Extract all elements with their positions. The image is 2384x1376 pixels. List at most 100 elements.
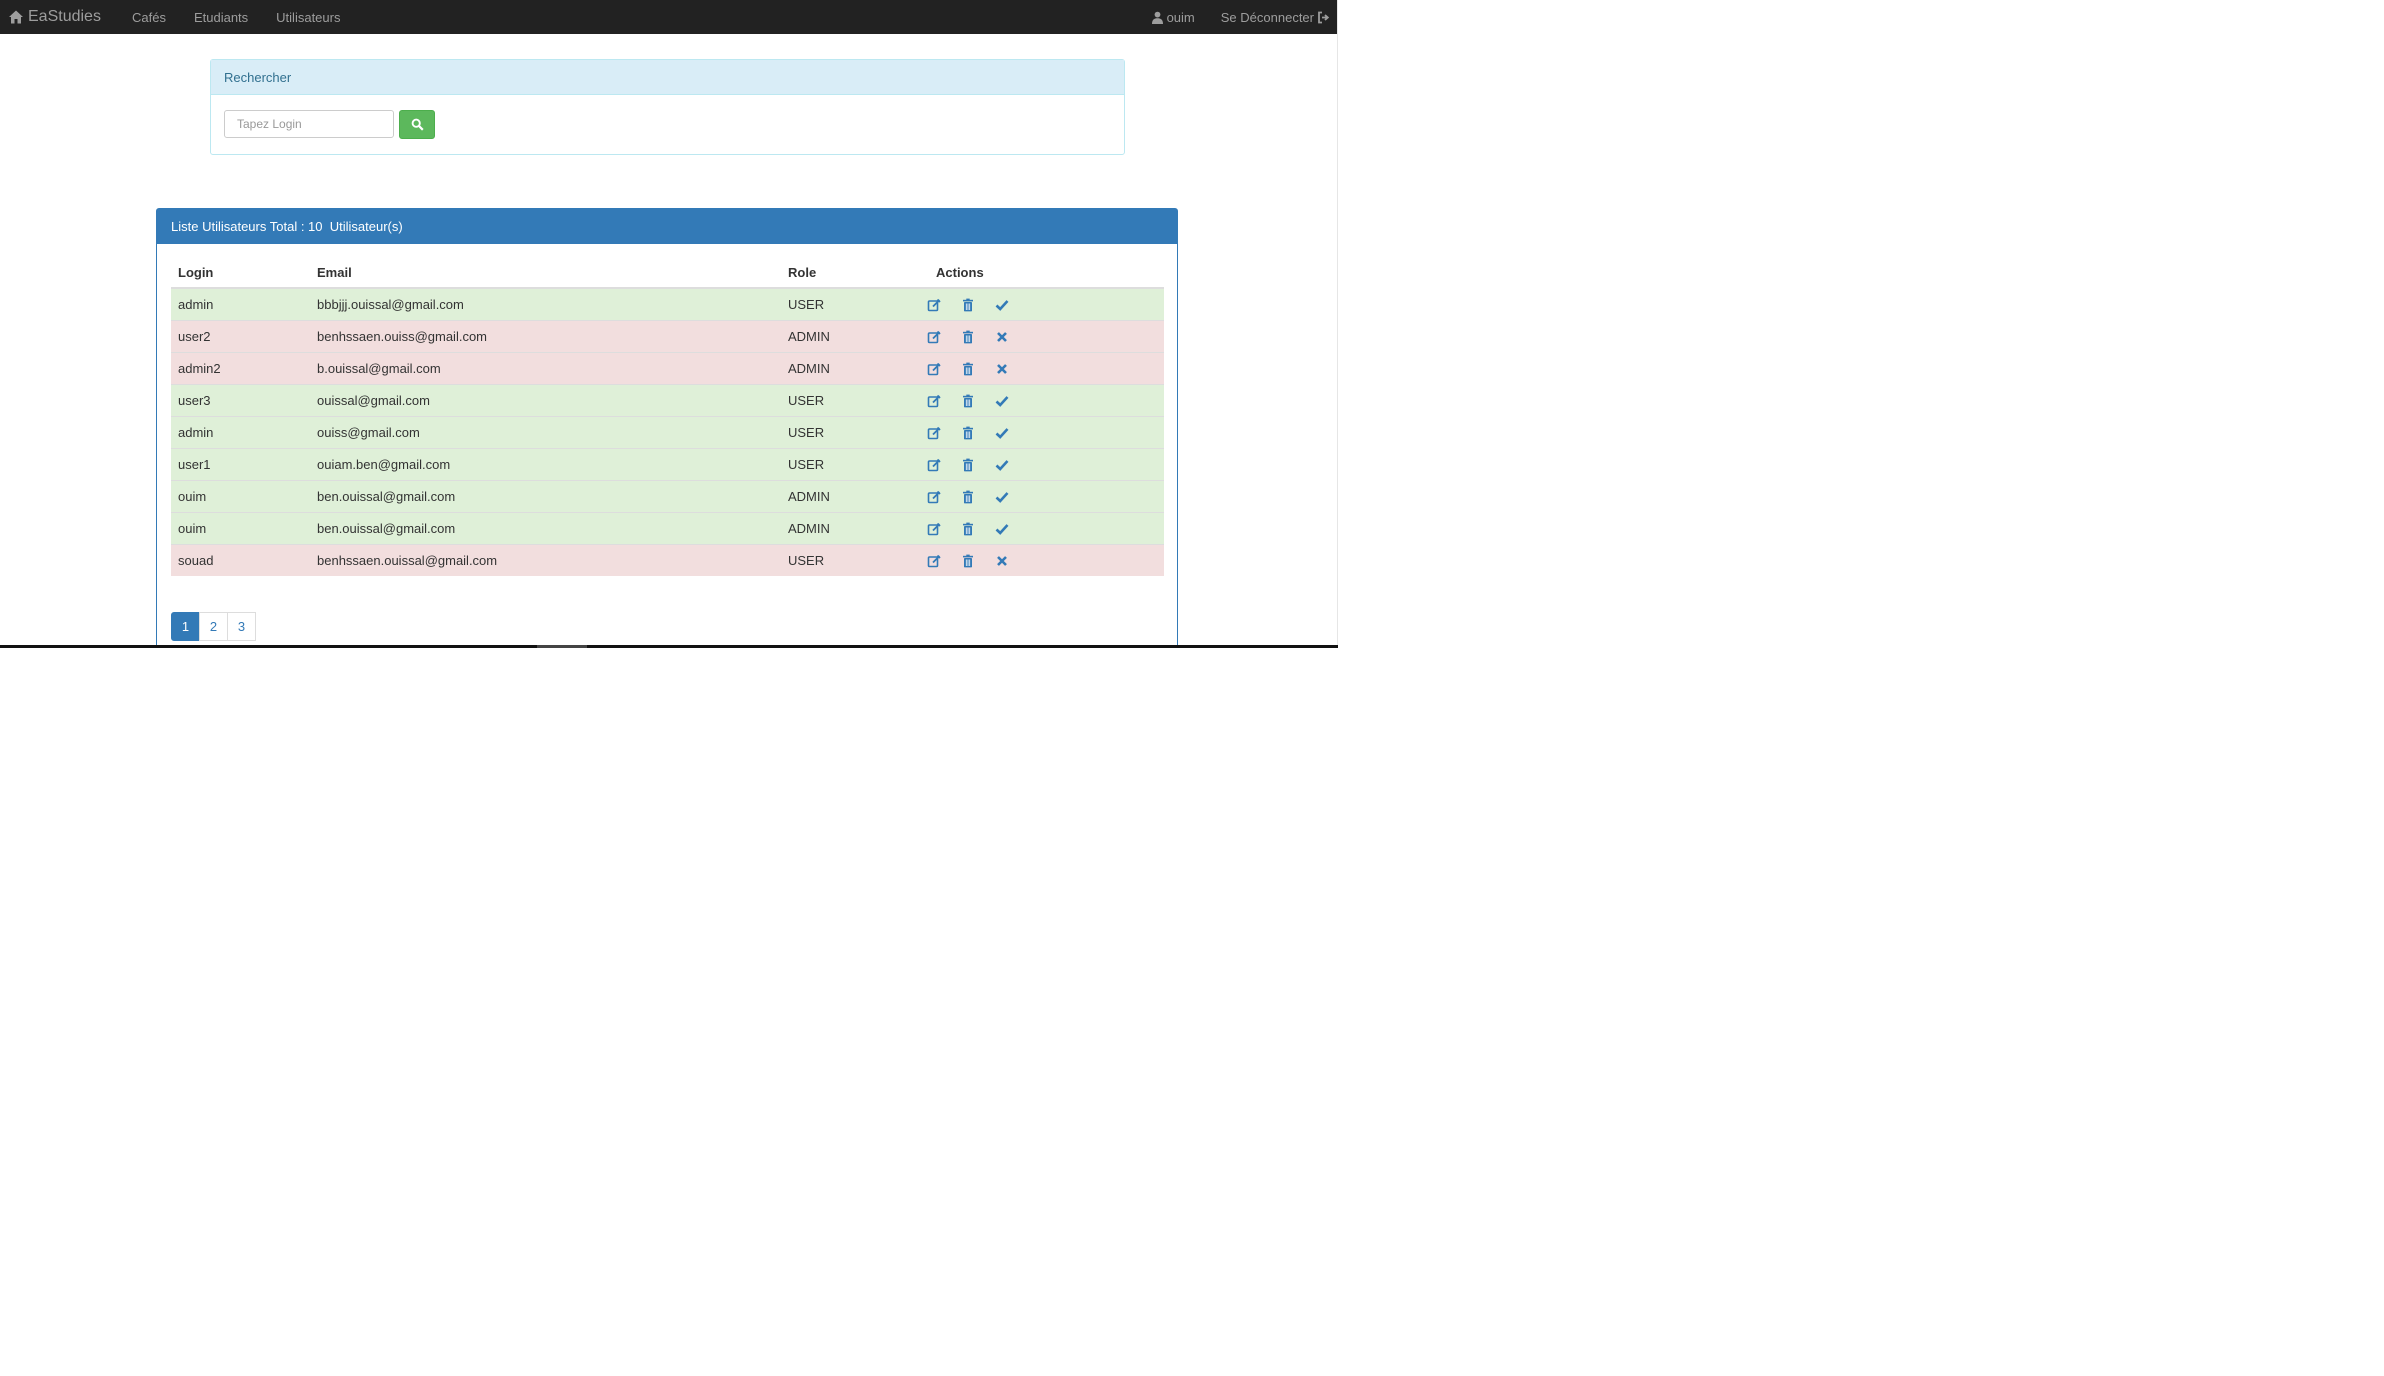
- trash-icon: [963, 554, 973, 567]
- check-icon: [995, 395, 1009, 407]
- row-actions: [923, 522, 1157, 536]
- cell-email: ben.ouissal@gmail.com: [310, 512, 781, 545]
- current-user-name: ouim: [1166, 9, 1195, 25]
- trash-icon: [963, 362, 973, 375]
- search-login-input[interactable]: [224, 110, 394, 138]
- cell-role: USER: [781, 448, 916, 481]
- cell-email: benhssaen.ouissal@gmail.com: [310, 544, 781, 576]
- edit-user-button[interactable]: [927, 554, 941, 568]
- check-icon: [995, 427, 1009, 439]
- trash-icon: [963, 330, 973, 343]
- cell-role: ADMIN: [781, 352, 916, 385]
- disable-user-button[interactable]: [995, 394, 1009, 408]
- column-header-email: Email: [310, 257, 781, 289]
- delete-user-button[interactable]: [961, 330, 975, 344]
- cell-role: USER: [781, 287, 916, 321]
- horizontal-scrollbar-thumb[interactable]: [537, 645, 587, 648]
- delete-user-button[interactable]: [961, 522, 975, 536]
- cell-actions: [916, 544, 1164, 576]
- brand-link[interactable]: EaStudies: [8, 0, 101, 34]
- cell-login: user2: [171, 320, 310, 353]
- logout-label: Se Déconnecter: [1220, 9, 1314, 25]
- nav-link-etudiants[interactable]: Etudiants: [180, 10, 262, 25]
- edit-user-button[interactable]: [927, 426, 941, 440]
- edit-icon: [927, 554, 941, 567]
- disable-user-button[interactable]: [995, 426, 1009, 440]
- delete-user-button[interactable]: [961, 426, 975, 440]
- delete-user-button[interactable]: [961, 490, 975, 504]
- cell-email: ouiam.ben@gmail.com: [310, 448, 781, 481]
- edit-icon: [927, 394, 941, 407]
- cell-email: ouiss@gmail.com: [310, 416, 781, 449]
- row-actions: [923, 490, 1157, 504]
- brand-label: EaStudies: [28, 8, 101, 25]
- table-row: admin bbbjjj.ouissal@gmail.com USER: [171, 287, 1164, 321]
- enable-user-button[interactable]: [995, 330, 1009, 344]
- table-row: user3 ouissal@gmail.com USER: [171, 384, 1164, 417]
- table-row: user2 benhssaen.ouiss@gmail.com ADMIN: [171, 320, 1164, 353]
- table-row: user1 ouiam.ben@gmail.com USER: [171, 448, 1164, 481]
- search-panel: Rechercher: [210, 59, 1125, 155]
- cell-actions: [916, 320, 1164, 353]
- delete-user-button[interactable]: [961, 362, 975, 376]
- home-icon: [9, 10, 23, 24]
- users-panel-heading: Liste Utilisateurs Total : 10 Utilisateu…: [157, 209, 1177, 244]
- disable-user-button[interactable]: [995, 490, 1009, 504]
- cell-role: USER: [781, 384, 916, 417]
- edit-user-button[interactable]: [927, 522, 941, 536]
- table-row: ouim ben.ouissal@gmail.com ADMIN: [171, 512, 1164, 545]
- row-actions: [923, 394, 1157, 408]
- cell-login: souad: [171, 544, 310, 576]
- disable-user-button[interactable]: [995, 522, 1009, 536]
- cell-email: benhssaen.ouiss@gmail.com: [310, 320, 781, 353]
- remove-icon: [997, 363, 1007, 374]
- check-icon: [995, 491, 1009, 503]
- check-icon: [995, 459, 1009, 471]
- user-nav: ouim Se Déconnecter: [1151, 0, 1330, 34]
- edit-user-button[interactable]: [927, 394, 941, 408]
- page-link-3[interactable]: 3: [227, 612, 256, 641]
- user-icon: [1151, 11, 1163, 24]
- trash-icon: [963, 522, 973, 535]
- logout-link[interactable]: Se Déconnecter: [1221, 10, 1330, 25]
- delete-user-button[interactable]: [961, 298, 975, 312]
- delete-user-button[interactable]: [961, 394, 975, 408]
- cell-login: ouim: [171, 480, 310, 513]
- edit-icon: [927, 522, 941, 535]
- edit-user-button[interactable]: [927, 458, 941, 472]
- enable-user-button[interactable]: [995, 362, 1009, 376]
- edit-user-button[interactable]: [927, 298, 941, 312]
- cell-role: USER: [781, 416, 916, 449]
- cell-role: ADMIN: [781, 512, 916, 545]
- cell-login: admin2: [171, 352, 310, 385]
- cell-actions: [916, 416, 1164, 449]
- delete-user-button[interactable]: [961, 554, 975, 568]
- cell-role: ADMIN: [781, 480, 916, 513]
- logout-icon: [1318, 11, 1330, 23]
- nav-link-cafes[interactable]: Cafés: [118, 10, 180, 25]
- browser-viewport: EaStudies Cafés Etudiants Utilisateurs o…: [0, 0, 1338, 648]
- edit-user-button[interactable]: [927, 362, 941, 376]
- edit-user-button[interactable]: [927, 330, 941, 344]
- users-table: Login Email Role Actions admin bbbjjj.oui…: [171, 257, 1164, 576]
- page-link-1[interactable]: 1: [171, 612, 200, 641]
- enable-user-button[interactable]: [995, 554, 1009, 568]
- search-button[interactable]: [399, 110, 435, 139]
- nav-link-utilisateurs[interactable]: Utilisateurs: [262, 10, 354, 25]
- page-link-2[interactable]: 2: [199, 612, 228, 641]
- disable-user-button[interactable]: [995, 298, 1009, 312]
- cell-login: ouim: [171, 512, 310, 545]
- edit-user-button[interactable]: [927, 490, 941, 504]
- viewport-edge: [1337, 0, 1338, 648]
- cell-actions: [916, 448, 1164, 481]
- current-user-link[interactable]: ouim: [1151, 10, 1195, 25]
- cell-role: ADMIN: [781, 320, 916, 353]
- row-actions: [923, 330, 1157, 344]
- disable-user-button[interactable]: [995, 458, 1009, 472]
- horizontal-scrollbar[interactable]: [0, 645, 1338, 648]
- trash-icon: [963, 298, 973, 311]
- table-row: admin2 b.ouissal@gmail.com ADMIN: [171, 352, 1164, 385]
- delete-user-button[interactable]: [961, 458, 975, 472]
- users-panel-title: Liste Utilisateurs Total : 10 Utilisateu…: [171, 219, 403, 234]
- cell-login: user3: [171, 384, 310, 417]
